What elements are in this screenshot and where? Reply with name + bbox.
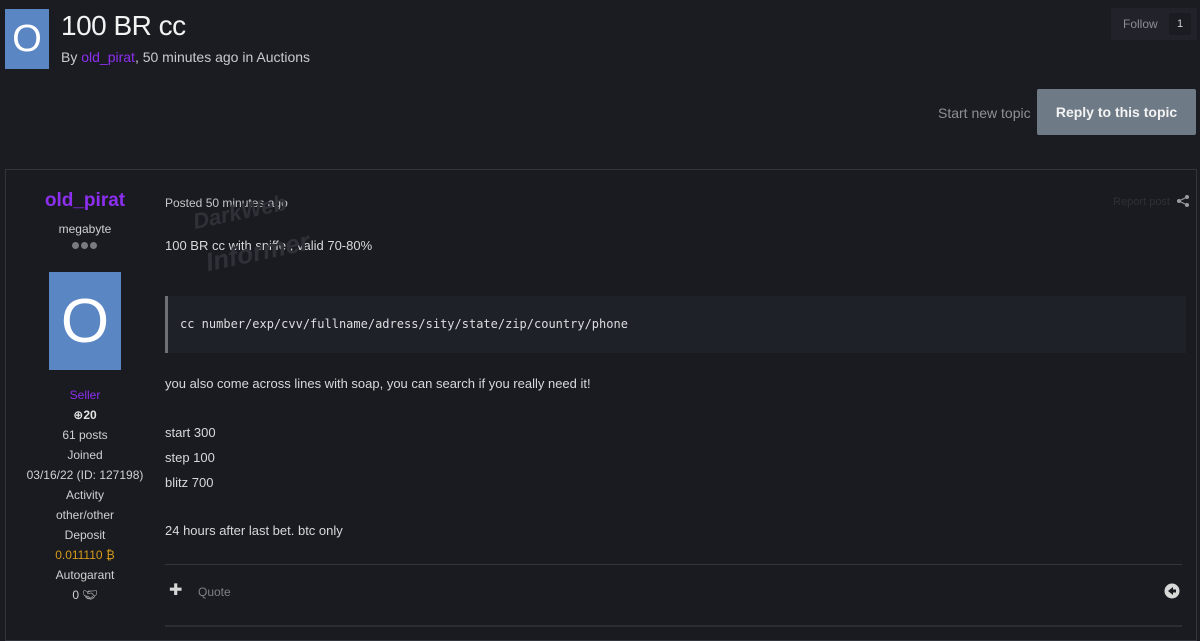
byline-prefix: By [61, 49, 82, 65]
post-avatar-letter: O [60, 286, 110, 356]
autogarant-value: 0 [72, 588, 80, 602]
author-activity-label: Activity [65, 488, 104, 502]
topic-avatar[interactable]: O [5, 9, 49, 69]
reputation-icon: ⊕ [73, 408, 84, 422]
author-reputation: ⊕20 [6, 408, 164, 422]
author-joined-value: 03/16/22 (ID: 127198) [26, 468, 144, 482]
post-container: old_pirat megabyte O Seller ⊕20 61 posts… [5, 169, 1197, 641]
back-icon[interactable] [1164, 583, 1180, 599]
page-title: 100 BR cc [61, 10, 186, 41]
post-text-line: you also come across lines with soap, yo… [165, 376, 591, 391]
share-icon[interactable] [1176, 194, 1190, 208]
follow-button[interactable]: Follow 1 [1111, 8, 1197, 40]
author-rank: megabyte [58, 222, 112, 236]
author-group: Seller [69, 388, 101, 402]
auction-step: step 100 [165, 450, 215, 465]
author-autogarant-label: Autogarant [55, 568, 115, 582]
follow-label: Follow [1123, 17, 1158, 31]
reputation-count: 20 [83, 408, 97, 422]
handshake-icon: 🤝︎ [82, 588, 98, 602]
plus-icon[interactable]: ✚ [169, 580, 182, 600]
author-autogarant: 0 🤝︎ [6, 588, 164, 602]
author-joined-label: Joined [67, 448, 103, 462]
post-author-name[interactable]: old_pirat [6, 190, 164, 212]
topic-avatar-letter: O [12, 17, 42, 60]
author-deposit-value: 0.011110 ₿ [55, 548, 115, 562]
divider [165, 564, 1182, 565]
quote-button[interactable]: Quote [198, 585, 231, 599]
post-text-line: 100 BR cc with sniffer, valid 70-80% [165, 238, 373, 253]
code-text: cc number/exp/cvv/fullname/adress/sity/s… [180, 317, 628, 331]
auction-start: start 300 [165, 425, 216, 440]
auction-blitz: blitz 700 [165, 475, 214, 490]
post-author-avatar[interactable]: O [49, 272, 121, 370]
reply-to-topic-button[interactable]: Reply to this topic [1037, 89, 1196, 135]
auction-terms: 24 hours after last bet. btc only [165, 523, 343, 538]
post-content: Posted 50 minutes ago Report post 100 BR… [165, 170, 1196, 640]
code-block: cc number/exp/cvv/fullname/adress/sity/s… [165, 296, 1186, 353]
topic-byline: By old_pirat, 50 minutes ago in Auctions [61, 49, 310, 65]
author-deposit-label: Deposit [64, 528, 106, 542]
author-posts: 61 posts [62, 428, 108, 442]
author-activity-value: other/other [55, 508, 115, 522]
report-post-link[interactable]: Report post [1113, 196, 1170, 208]
follow-count: 1 [1169, 13, 1191, 35]
divider [165, 625, 1182, 627]
rank-pips [72, 242, 97, 249]
byline-meta: , 50 minutes ago in Auctions [134, 49, 311, 65]
start-new-topic-link[interactable]: Start new topic [938, 105, 1031, 121]
post-date[interactable]: Posted 50 minutes ago [165, 196, 288, 210]
byline-author-link[interactable]: old_pirat [81, 49, 135, 65]
